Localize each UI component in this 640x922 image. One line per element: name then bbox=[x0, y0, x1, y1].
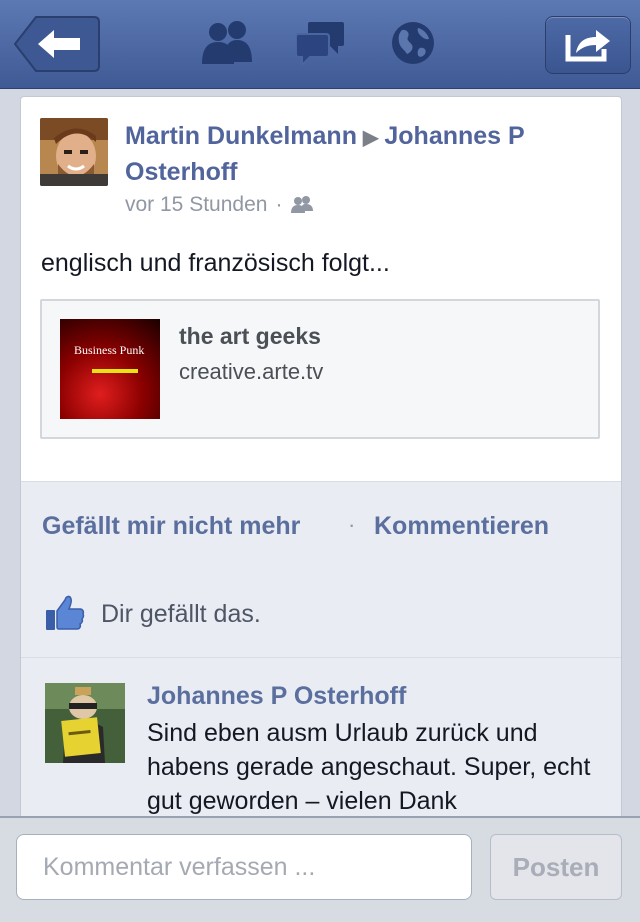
back-button[interactable] bbox=[13, 16, 100, 72]
share-icon bbox=[565, 30, 610, 62]
link-thumbnail: Business Punk bbox=[60, 319, 160, 419]
post-time[interactable]: vor 15 Stunden bbox=[125, 193, 267, 217]
post-header: Martin Dunkelmann ▶ Johannes P Osterhoff bbox=[125, 119, 595, 189]
unlike-button[interactable]: Gefällt mir nicht mehr bbox=[42, 512, 300, 541]
likes-summary[interactable]: Dir gefällt das. bbox=[21, 570, 621, 658]
author-name-link[interactable]: Martin Dunkelmann bbox=[125, 122, 357, 150]
share-button[interactable] bbox=[545, 16, 631, 74]
commenter-name-link[interactable]: Johannes P Osterhoff bbox=[147, 682, 406, 711]
post-actions-bar: Gefällt mir nicht mehr · Kommentieren bbox=[21, 481, 621, 571]
link-title: the art geeks bbox=[179, 323, 321, 349]
thumbs-up-icon bbox=[46, 595, 85, 630]
friend-requests-icon[interactable] bbox=[200, 20, 254, 66]
comment-item: Johannes P Osterhoff Sind eben ausm Urla… bbox=[21, 658, 621, 827]
actions-separator: · bbox=[348, 512, 356, 537]
meta-separator: · bbox=[275, 193, 283, 216]
comment-text: Sind eben ausm Urlaub zurück und habens … bbox=[147, 719, 591, 815]
post-button[interactable]: Posten bbox=[490, 834, 622, 900]
comment-button[interactable]: Kommentieren bbox=[374, 512, 549, 541]
friends-audience-icon bbox=[291, 196, 314, 213]
post-meta: vor 15 Stunden · bbox=[125, 193, 314, 217]
to-arrow: ▶ bbox=[362, 127, 379, 149]
thumbnail-caption: Business Punk bbox=[74, 343, 145, 357]
commenter-photo bbox=[45, 683, 125, 763]
messages-icon[interactable] bbox=[296, 20, 346, 66]
author-avatar[interactable] bbox=[40, 118, 108, 186]
author-photo bbox=[40, 118, 108, 186]
thumbnail-bar bbox=[92, 369, 138, 373]
likes-text: Dir gefällt das. bbox=[101, 600, 261, 628]
link-url: creative.arte.tv bbox=[179, 359, 324, 384]
post-card: Martin Dunkelmann ▶ Johannes P Osterhoff v… bbox=[20, 96, 622, 828]
globe-notifications-icon[interactable] bbox=[390, 20, 436, 66]
post-text: englisch und französisch folgt... bbox=[41, 249, 390, 277]
back-arrow-icon bbox=[13, 16, 100, 72]
commenter-avatar[interactable] bbox=[45, 683, 125, 763]
comment-composer: Posten bbox=[0, 816, 640, 922]
link-preview[interactable]: Business Punk the art geeks creative.art… bbox=[40, 299, 600, 439]
comment-input[interactable] bbox=[16, 834, 472, 900]
top-nav-bar bbox=[0, 0, 640, 89]
